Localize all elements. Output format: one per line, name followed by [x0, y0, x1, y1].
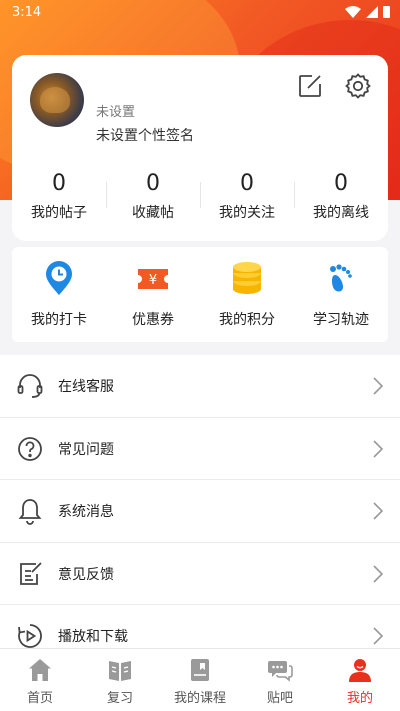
chevron-right-icon [373, 627, 384, 645]
coupon-icon: ¥ [138, 269, 168, 289]
chat-icon [268, 661, 293, 682]
menu-label: 系统消息 [58, 504, 114, 520]
tab-label: 首页 [26, 691, 53, 706]
stat-my-posts[interactable]: 0 我的帖子 [12, 170, 106, 230]
quick-action-learning-track[interactable]: 学习轨迹 [294, 247, 388, 342]
stat-favorites[interactable]: 0 收藏帖 [106, 170, 200, 230]
wifi-icon [345, 6, 361, 18]
gear-icon[interactable] [344, 72, 372, 100]
chevron-right-icon [373, 502, 384, 520]
svg-text:¥: ¥ [149, 273, 157, 288]
bell-icon [18, 499, 42, 525]
quick-action-label: 学习轨迹 [313, 312, 369, 328]
nickname[interactable]: 未设置 [96, 101, 135, 120]
chevron-right-icon [373, 377, 384, 395]
stat-label: 收藏帖 [132, 205, 174, 221]
user-icon [349, 659, 371, 682]
feedback-icon [20, 561, 42, 585]
tab-label: 我的 [346, 691, 373, 706]
footprint-icon [330, 264, 352, 292]
book-icon [109, 661, 131, 681]
chevron-right-icon [373, 439, 384, 458]
tab-review[interactable]: 复习 [80, 649, 160, 711]
quick-action-label: 我的打卡 [31, 312, 87, 328]
avatar[interactable] [30, 73, 84, 127]
stat-count: 0 [240, 171, 254, 196]
tab-label: 复习 [106, 691, 133, 706]
stat-count: 0 [334, 171, 348, 196]
home-icon [29, 659, 51, 681]
stats-row: 0 我的帖子 0 收藏帖 0 我的关注 0 我的离线 [12, 170, 388, 230]
stat-count: 0 [146, 171, 160, 196]
profile-card: 未设置 未设置个性签名 0 我的帖子 0 收藏帖 0 我的关注 0 我的离线 [12, 55, 388, 241]
quick-action-points[interactable]: 我的积分 [200, 247, 294, 342]
quick-action-checkin[interactable]: 我的打卡 [12, 247, 106, 342]
tab-label: 我的课程 [173, 691, 226, 706]
chevron-right-icon [373, 564, 384, 583]
play-download-icon [18, 624, 42, 648]
settings-menu: 在线客服 常见问题 系统消息 意见反馈 播放和下载 [0, 355, 400, 668]
tab-forum[interactable]: 贴吧 [240, 649, 320, 711]
menu-item-online-service[interactable]: 在线客服 [0, 355, 400, 418]
status-bar: 3:14 [0, 0, 400, 26]
coins-icon [233, 262, 261, 294]
menu-label: 常见问题 [58, 441, 114, 458]
menu-label: 播放和下载 [58, 629, 128, 645]
tab-my-courses[interactable]: 我的课程 [160, 649, 240, 711]
stat-label: 我的关注 [219, 205, 275, 221]
bottom-tab-bar: 首页 复习 我的课程 贴吧 我的 [0, 648, 400, 711]
quick-action-label: 优惠券 [132, 312, 174, 328]
quick-action-coupon[interactable]: ¥ 优惠券 [106, 247, 200, 342]
menu-item-system-messages[interactable]: 系统消息 [0, 480, 400, 543]
edit-icon[interactable] [296, 72, 324, 100]
location-clock-icon [46, 261, 72, 295]
stat-label: 我的离线 [313, 205, 369, 221]
quick-actions: 我的打卡 ¥ 优惠券 我的积分 学习轨迹 [12, 247, 388, 342]
signal-icon [366, 6, 378, 18]
status-time: 3:14 [12, 5, 42, 20]
tab-home[interactable]: 首页 [0, 649, 80, 711]
menu-label: 在线客服 [58, 379, 114, 395]
stat-label: 我的帖子 [31, 205, 87, 221]
signature[interactable]: 未设置个性签名 [96, 125, 194, 145]
tab-label: 贴吧 [266, 691, 293, 706]
menu-label: 意见反馈 [58, 566, 114, 583]
stat-following[interactable]: 0 我的关注 [200, 170, 294, 230]
tab-mine[interactable]: 我的 [320, 649, 400, 711]
quick-action-label: 我的积分 [219, 312, 275, 328]
stat-count: 0 [52, 171, 66, 196]
headset-icon [17, 374, 43, 398]
course-icon [191, 659, 209, 681]
stat-offline[interactable]: 0 我的离线 [294, 170, 388, 230]
question-icon [18, 436, 42, 461]
menu-item-faq[interactable]: 常见问题 [0, 418, 400, 480]
menu-item-feedback[interactable]: 意见反馈 [0, 543, 400, 605]
battery-icon [383, 6, 390, 18]
